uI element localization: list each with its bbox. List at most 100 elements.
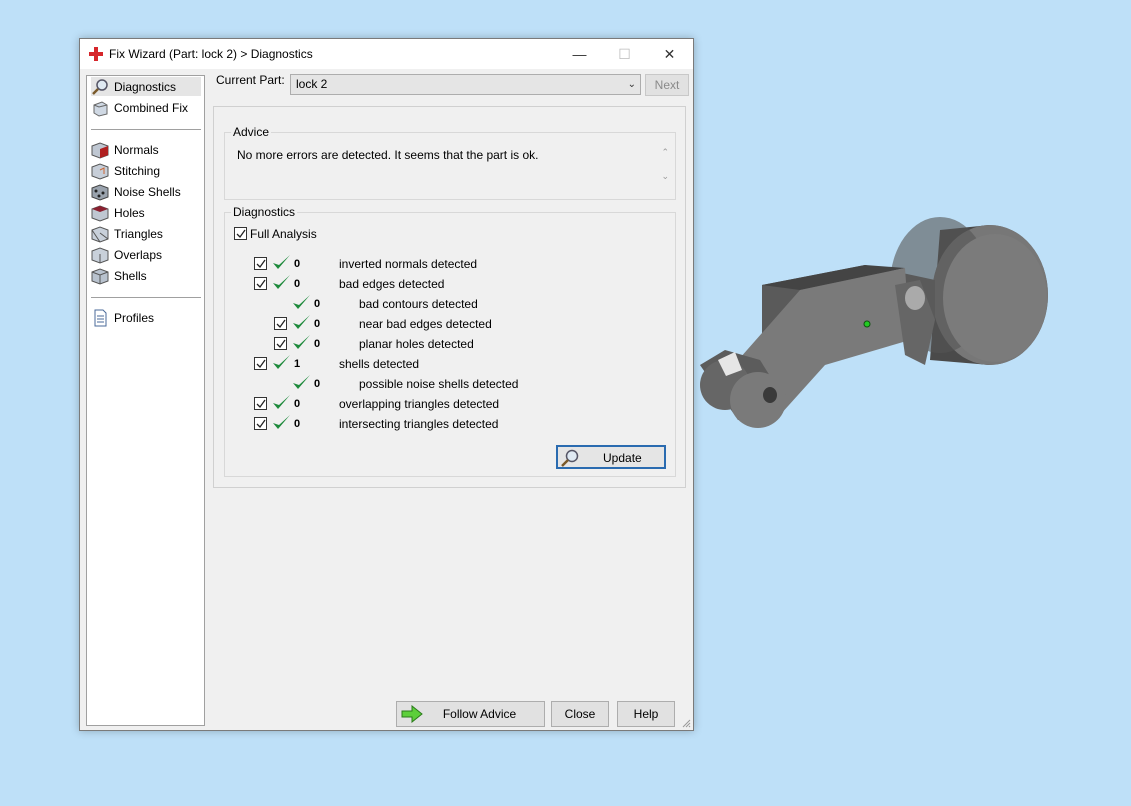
shells-cube-icon [91, 267, 109, 285]
sidebar-item-stitching[interactable]: Stitching [91, 161, 201, 180]
follow-advice-label: Follow Advice [442, 707, 517, 721]
sidebar-item-label: Stitching [114, 163, 161, 178]
diagnostic-row-checkbox[interactable] [274, 337, 287, 350]
diagnostic-count: 0 [314, 298, 321, 310]
noise-shells-icon [91, 183, 109, 201]
close-icon: ✕ [663, 45, 676, 62]
diagnostic-count: 0 [294, 418, 301, 430]
sidebar-item-normals[interactable]: Normals [91, 140, 201, 159]
fix-wizard-window: Fix Wizard (Part: lock 2) > Diagnostics … [79, 38, 694, 731]
green-check-icon [293, 295, 310, 309]
sidebar-item-label: Overlaps [114, 247, 163, 262]
maximize-icon: ☐ [618, 45, 631, 62]
diagnostic-count: 0 [314, 338, 321, 350]
diagnostic-row-checkbox[interactable] [254, 357, 267, 370]
maximize-button[interactable]: ☐ [602, 39, 647, 69]
sidebar-item-overlaps[interactable]: Overlaps [91, 245, 201, 264]
stitching-cube-icon [91, 162, 109, 180]
follow-advice-button[interactable]: Follow Advice [396, 701, 545, 727]
diagnostics-group: Diagnostics Full Analysis 0 inverted norm… [224, 205, 676, 477]
diagnostic-count: 0 [294, 278, 301, 290]
diagnostic-label: intersecting triangles detected [339, 417, 499, 431]
checkmark-icon [276, 319, 286, 329]
sidebar-item-label: Profiles [114, 310, 155, 325]
sidebar-item-holes[interactable]: Holes [91, 203, 201, 222]
full-analysis-label: Full Analysis [250, 227, 317, 241]
diagnostic-label: bad contours detected [359, 297, 478, 311]
part-model-lock-2[interactable] [690, 200, 1070, 440]
green-check-icon [293, 375, 310, 389]
update-label: Update [603, 451, 642, 465]
sidebar-item-profiles[interactable]: Profiles [91, 308, 201, 327]
diagnostic-row-checkbox[interactable] [274, 317, 287, 330]
diagnostic-label: possible noise shells detected [359, 377, 519, 391]
checkmark-icon [236, 229, 246, 239]
checkmark-icon [256, 399, 266, 409]
sidebar-item-label: Holes [114, 205, 145, 220]
normals-cube-icon [91, 141, 109, 159]
green-check-icon [273, 275, 290, 289]
current-part-label: Current Part: [216, 73, 285, 87]
close-button[interactable]: Close [551, 701, 609, 727]
diagnostic-row-checkbox[interactable] [254, 257, 267, 270]
diagnostic-count: 0 [294, 258, 301, 270]
diagnostic-count: 1 [294, 358, 301, 370]
current-part-value: lock 2 [296, 77, 328, 91]
scroll-down-icon[interactable]: ⌄ [661, 171, 669, 182]
title-bar[interactable]: Fix Wizard (Part: lock 2) > Diagnostics … [80, 39, 693, 69]
red-cross-icon [89, 47, 103, 61]
diagnostic-label: inverted normals detected [339, 257, 478, 271]
diagnostic-count: 0 [314, 378, 321, 390]
diagnostic-count: 0 [294, 398, 301, 410]
scroll-up-icon[interactable]: ⌃ [661, 147, 669, 158]
diagnostic-row-checkbox[interactable] [254, 277, 267, 290]
current-part-dropdown[interactable]: lock 2 ⌄ [290, 74, 641, 95]
checkmark-icon [256, 279, 266, 289]
green-check-icon [273, 415, 290, 429]
next-button[interactable]: Next [645, 74, 689, 96]
sidebar-divider [91, 297, 201, 298]
triangles-cube-icon [91, 225, 109, 243]
checkmark-icon [256, 419, 266, 429]
document-icon [94, 309, 107, 326]
overlaps-cube-icon [91, 246, 109, 264]
sidebar-item-label: Shells [114, 268, 147, 283]
diagnostic-row-checkbox[interactable] [254, 397, 267, 410]
sidebar-item-label: Triangles [114, 226, 163, 241]
advice-group: Advice No more errors are detected. It s… [224, 125, 676, 200]
magnifier-icon [561, 449, 579, 467]
resize-grip-icon[interactable] [681, 718, 691, 728]
wizard-sidebar: Diagnostics Combined Fix Normals Stitchi… [86, 75, 205, 726]
help-button[interactable]: Help [617, 701, 675, 727]
checkmark-icon [256, 359, 266, 369]
diagnostic-row-checkbox[interactable] [254, 417, 267, 430]
green-check-icon [273, 395, 290, 409]
diagnostic-label: planar holes detected [359, 337, 474, 351]
update-button[interactable]: Update [556, 445, 666, 469]
sidebar-item-shells[interactable]: Shells [91, 266, 201, 285]
green-check-icon [293, 335, 310, 349]
sidebar-divider [91, 129, 201, 130]
diagnostic-count: 0 [314, 318, 321, 330]
minimize-button[interactable]: — [557, 39, 602, 69]
checkmark-icon [256, 259, 266, 269]
green-check-icon [293, 315, 310, 329]
sidebar-item-diagnostics[interactable]: Diagnostics [91, 77, 201, 96]
magnifier-icon [92, 78, 108, 95]
sidebar-item-noise-shells[interactable]: Noise Shells [91, 182, 201, 201]
window-title: Fix Wizard (Part: lock 2) > Diagnostics [109, 47, 313, 61]
minimize-icon: — [572, 46, 587, 62]
combined-fix-icon [93, 100, 108, 117]
chevron-down-icon: ⌄ [627, 79, 636, 90]
advice-text: No more errors are detected. It seems th… [237, 148, 539, 162]
close-window-button[interactable]: ✕ [647, 39, 692, 69]
diagnostic-label: bad edges detected [339, 277, 445, 291]
green-arrow-icon [401, 705, 423, 723]
green-check-icon [273, 255, 290, 269]
sidebar-item-triangles[interactable]: Triangles [91, 224, 201, 243]
sidebar-item-label: Combined Fix [114, 100, 189, 115]
full-analysis-checkbox[interactable] [234, 227, 247, 240]
diagnostic-label: shells detected [339, 357, 420, 371]
sidebar-item-combined-fix[interactable]: Combined Fix [91, 98, 201, 117]
advice-title: Advice [231, 125, 272, 139]
